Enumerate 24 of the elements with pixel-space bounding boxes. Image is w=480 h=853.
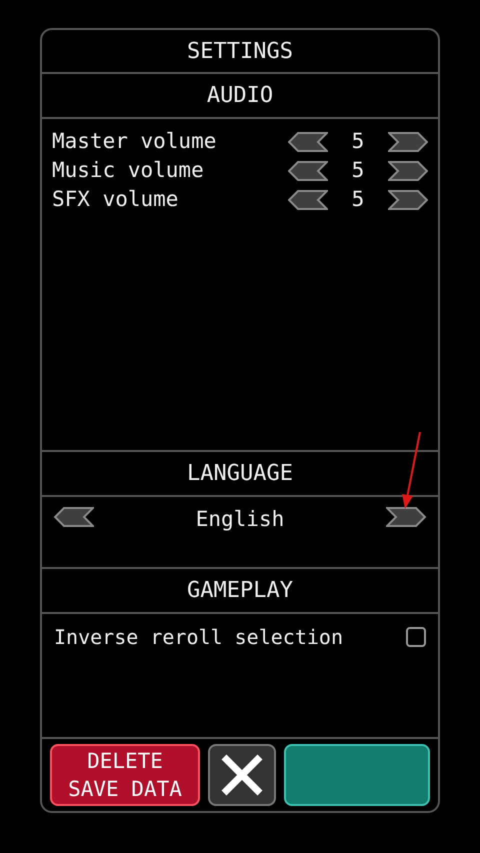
setting-label: Master volume <box>52 128 218 155</box>
right-arrow-icon[interactable] <box>388 160 428 180</box>
setting-value: 5 <box>350 186 366 213</box>
left-arrow-icon[interactable] <box>288 160 328 180</box>
right-arrow-icon[interactable] <box>386 507 426 527</box>
language-value: English <box>196 506 284 533</box>
setting-label: Music volume <box>52 156 205 184</box>
right-arrow-icon[interactable] <box>388 190 428 210</box>
checkbox[interactable] <box>406 627 426 647</box>
setting-label: SFX volume <box>52 186 180 213</box>
left-arrow-icon[interactable] <box>288 132 328 152</box>
panel-title: SETTINGS <box>187 38 293 66</box>
close-icon <box>220 753 264 797</box>
left-arrow-icon[interactable] <box>54 507 94 527</box>
delete-save-data-button[interactable]: DELETE SAVE DATA <box>50 744 200 806</box>
section-heading: AUDIO <box>206 82 274 110</box>
right-arrow-icon[interactable] <box>388 132 428 152</box>
option-label: Inverse reroll selection <box>54 624 343 651</box>
close-button[interactable] <box>208 744 276 806</box>
left-arrow-icon[interactable] <box>288 190 328 210</box>
setting-value: 5 <box>350 128 366 155</box>
section-heading: LANGUAGE <box>187 460 293 488</box>
section-heading: GAMEPLAY <box>187 577 293 605</box>
setting-value: 5 <box>350 156 366 184</box>
